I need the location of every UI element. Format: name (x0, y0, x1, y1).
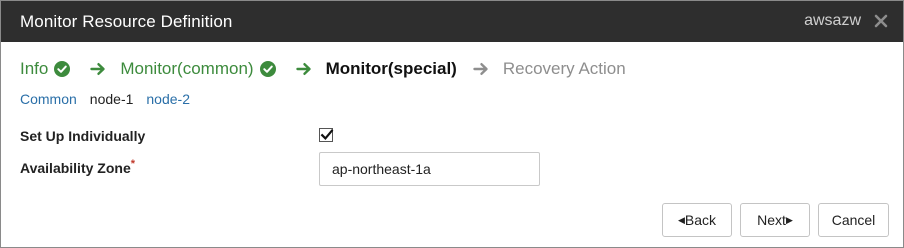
caret-left-icon: ◀ (677, 214, 685, 225)
arrow-right-icon (295, 61, 312, 77)
back-button[interactable]: ◀ Back (662, 203, 732, 237)
availability-zone-label-wrap: Availability Zone* (20, 158, 136, 176)
availability-zone-label: Availability Zone (20, 160, 131, 176)
required-mark: * (130, 158, 136, 170)
next-button-label: Next (757, 212, 786, 228)
availability-zone-input[interactable] (319, 152, 540, 186)
tab-node-2[interactable]: node-2 (146, 91, 190, 107)
step-recovery-action: Recovery Action (503, 59, 626, 79)
dialog-titlebar: Monitor Resource Definition awsazw (1, 1, 903, 42)
close-icon[interactable] (873, 13, 889, 29)
cancel-button[interactable]: Cancel (818, 203, 889, 237)
dialog-title: Monitor Resource Definition (20, 12, 233, 31)
check-circle-icon (259, 61, 276, 77)
step-monitor-common[interactable]: Monitor(common) (120, 59, 276, 79)
host-name: awsazw (804, 12, 861, 29)
arrow-right-icon (90, 61, 106, 77)
caret-right-icon: ▶ (785, 214, 793, 225)
wizard-steps: Info Monitor(common) Monitor(special) Re… (20, 57, 626, 81)
step-monitor-common-label: Monitor(common) (120, 59, 254, 78)
node-tabs: Common node-1 node-2 (20, 91, 203, 107)
arrow-right-icon (473, 61, 489, 77)
cancel-button-label: Cancel (831, 212, 876, 228)
next-button[interactable]: Next ▶ (740, 203, 810, 237)
step-info[interactable]: Info (20, 59, 71, 79)
titlebar-right: awsazw (804, 12, 889, 30)
step-info-label: Info (20, 59, 49, 78)
step-monitor-special-label: Monitor(special) (325, 59, 457, 78)
back-button-label: Back (684, 212, 717, 228)
tab-node-1: node-1 (89, 91, 134, 107)
monitor-resource-dialog: Monitor Resource Definition awsazw Info (0, 0, 904, 248)
step-monitor-special: Monitor(special) (326, 59, 457, 79)
check-circle-icon (54, 61, 71, 77)
tab-common[interactable]: Common (20, 91, 77, 107)
setup-individually-checkbox[interactable] (319, 128, 334, 142)
checkmark-icon (320, 129, 334, 141)
step-recovery-action-label: Recovery Action (502, 59, 626, 78)
setup-individually-label: Set Up Individually (20, 128, 146, 144)
